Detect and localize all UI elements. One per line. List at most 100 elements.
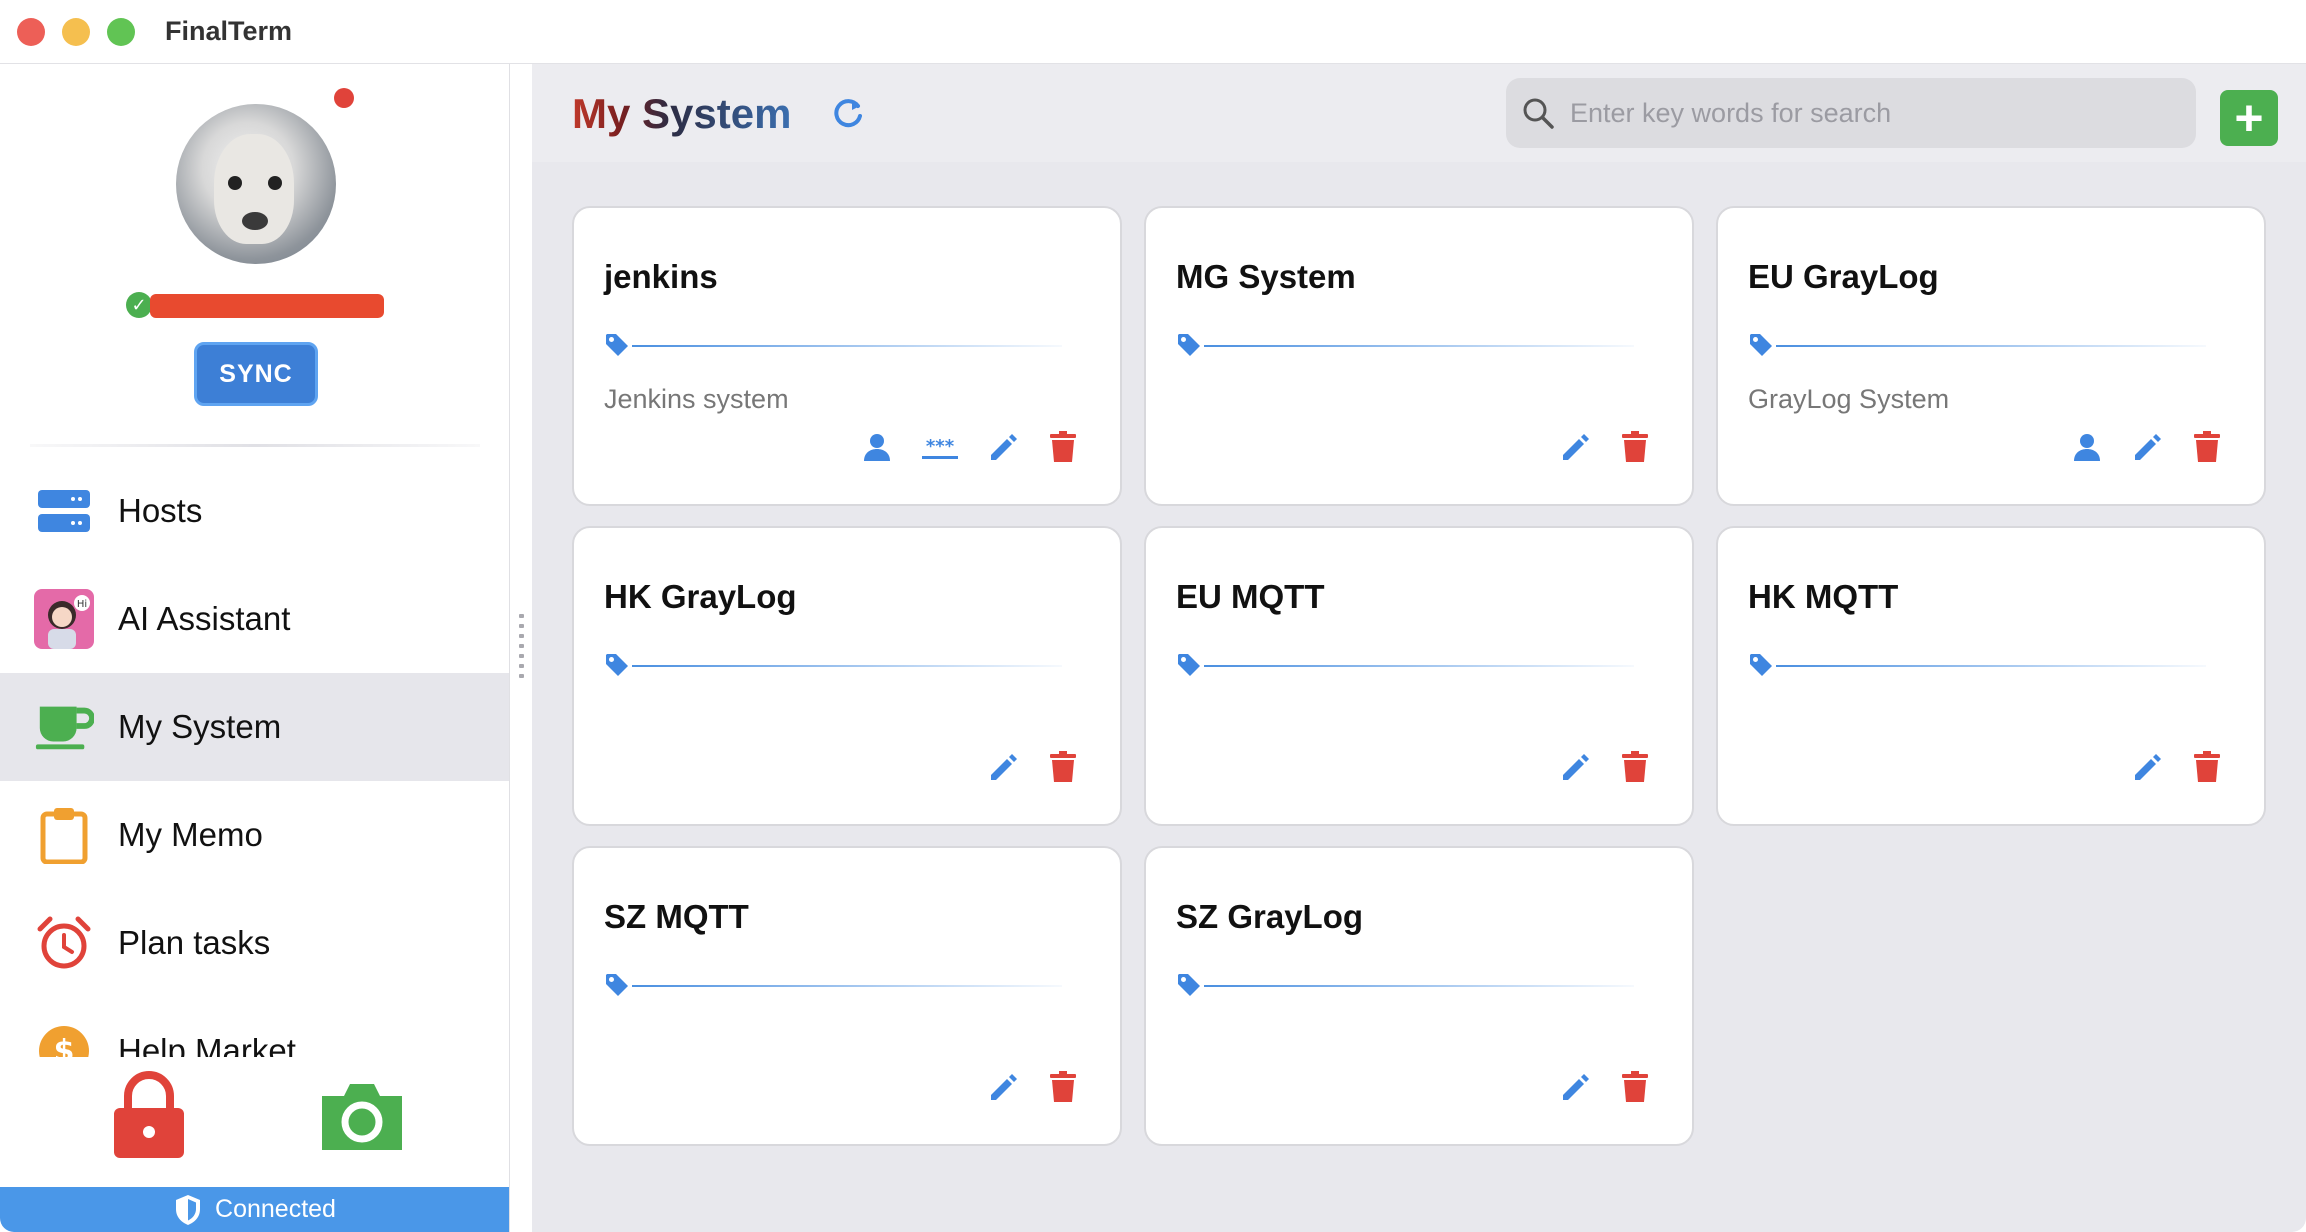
- edit-icon[interactable]: [986, 1070, 1020, 1104]
- card-title: SZ MQTT: [604, 898, 749, 935]
- card-actions: [1558, 430, 1652, 464]
- edit-icon[interactable]: [2130, 750, 2164, 784]
- search-input[interactable]: [1570, 97, 2170, 129]
- card-title: EU GrayLog: [1748, 258, 1939, 295]
- sidebar-item-help-market[interactable]: $ Help Market: [0, 997, 509, 1057]
- close-window-button[interactable]: [17, 17, 45, 46]
- card-actions: ***: [860, 430, 1080, 464]
- card-description: Jenkins system: [604, 384, 789, 414]
- edit-icon[interactable]: [986, 430, 1020, 464]
- system-card[interactable]: EU MQTT: [1144, 526, 1694, 826]
- card-actions: [2070, 430, 2224, 464]
- edit-icon[interactable]: [1558, 1070, 1592, 1104]
- card-tag-line: [1204, 345, 1634, 347]
- edit-icon[interactable]: [1558, 750, 1592, 784]
- card-actions: [2130, 750, 2224, 784]
- card-tag-line: [632, 985, 1062, 987]
- tag-icon: [1750, 654, 1772, 676]
- card-title: MG System: [1176, 258, 1356, 295]
- app-window: FinalTerm ✓ SYNC Hosts Hi AI Assistant M…: [0, 0, 2306, 1232]
- page-title: My System: [572, 90, 792, 137]
- search-icon: [1523, 98, 1554, 129]
- edit-icon[interactable]: [986, 750, 1020, 784]
- online-check-icon: ✓: [126, 292, 152, 318]
- card-title: HK GrayLog: [604, 578, 797, 615]
- sidebar-item-label: Plan tasks: [118, 924, 271, 961]
- svg-text:***: ***: [926, 436, 955, 457]
- lock-icon[interactable]: [112, 1070, 186, 1160]
- sidebar-item-label: My Memo: [118, 816, 263, 853]
- system-card[interactable]: jenkins Jenkins system ***: [572, 206, 1122, 506]
- sidebar-item-ai-assistant[interactable]: Hi AI Assistant: [0, 565, 509, 673]
- shield-icon: [176, 1194, 201, 1225]
- system-card[interactable]: EU GrayLog GrayLog System: [1716, 206, 2266, 506]
- edit-icon[interactable]: [1558, 430, 1592, 464]
- card-tag-line: [632, 345, 1062, 347]
- card-title: HK MQTT: [1748, 578, 1899, 615]
- sidebar-resize-handle[interactable]: [517, 614, 525, 684]
- svg-text:Hi: Hi: [77, 599, 87, 610]
- sidebar-divider: [30, 444, 480, 447]
- camera-icon[interactable]: [318, 1078, 406, 1154]
- tag-icon: [1178, 654, 1200, 676]
- system-card[interactable]: HK MQTT: [1716, 526, 2266, 826]
- sidebar-item-my-system[interactable]: My System: [0, 673, 509, 781]
- delete-icon[interactable]: [1618, 430, 1652, 464]
- sidebar-item-label: My System: [118, 708, 282, 745]
- sidebar-item-hosts[interactable]: Hosts: [0, 457, 509, 565]
- sidebar-item-label: Help Market: [118, 1032, 296, 1057]
- coffee-cup-icon: [34, 697, 94, 757]
- delete-icon[interactable]: [1046, 430, 1080, 464]
- card-title: jenkins: [604, 258, 718, 295]
- window-controls: [17, 17, 135, 46]
- delete-icon[interactable]: [2190, 750, 2224, 784]
- system-card[interactable]: HK GrayLog: [572, 526, 1122, 826]
- ai-assistant-avatar-icon: Hi: [34, 589, 94, 649]
- delete-icon[interactable]: [1046, 1070, 1080, 1104]
- system-card[interactable]: SZ MQTT: [572, 846, 1122, 1146]
- system-card[interactable]: MG System: [1144, 206, 1694, 506]
- card-actions: [986, 1070, 1080, 1104]
- card-tag-line: [632, 665, 1062, 667]
- card-title: EU MQTT: [1176, 578, 1325, 615]
- password-icon[interactable]: ***: [920, 430, 960, 464]
- app-title: FinalTerm: [165, 16, 293, 46]
- card-tag-line: [1204, 665, 1634, 667]
- connection-status-text: Connected: [215, 1195, 336, 1223]
- sidebar-item-plan-tasks[interactable]: Plan tasks: [0, 889, 509, 997]
- sidebar-item-label: Hosts: [118, 492, 203, 529]
- card-tag-line: [1776, 345, 2206, 347]
- tag-icon: [1178, 974, 1200, 996]
- tag-icon: [606, 654, 628, 676]
- refresh-icon[interactable]: [830, 96, 866, 132]
- main-header: My System +: [532, 64, 2306, 162]
- notification-dot: [334, 88, 354, 108]
- title-bar: FinalTerm: [0, 0, 2306, 64]
- delete-icon[interactable]: [1046, 750, 1080, 784]
- sync-button[interactable]: SYNC: [194, 342, 318, 406]
- card-description: GrayLog System: [1748, 384, 1950, 414]
- avatar[interactable]: [176, 104, 336, 264]
- tag-icon: [1178, 334, 1200, 356]
- minimize-window-button[interactable]: [62, 17, 90, 46]
- username-redacted: [150, 294, 384, 318]
- svg-text:$: $: [54, 1034, 75, 1057]
- edit-icon[interactable]: [2130, 430, 2164, 464]
- connection-status-bar: Connected: [0, 1187, 509, 1232]
- main-panel: My System + jenkins Jenkins s: [532, 64, 2306, 1232]
- sidebar-nav: Hosts Hi AI Assistant My System My Memo …: [0, 457, 510, 1057]
- maximize-window-button[interactable]: [107, 17, 135, 46]
- delete-icon[interactable]: [1618, 750, 1652, 784]
- delete-icon[interactable]: [2190, 430, 2224, 464]
- alarm-clock-icon: [34, 913, 94, 973]
- delete-icon[interactable]: [1618, 1070, 1652, 1104]
- tag-icon: [606, 974, 628, 996]
- system-card[interactable]: SZ GrayLog: [1144, 846, 1694, 1146]
- user-icon[interactable]: [860, 430, 894, 464]
- add-system-button[interactable]: +: [2220, 90, 2278, 146]
- tag-icon: [606, 334, 628, 356]
- sidebar: ✓ SYNC Hosts Hi AI Assistant My System M…: [0, 64, 510, 1232]
- search-box[interactable]: [1506, 78, 2196, 148]
- user-icon[interactable]: [2070, 430, 2104, 464]
- sidebar-item-my-memo[interactable]: My Memo: [0, 781, 509, 889]
